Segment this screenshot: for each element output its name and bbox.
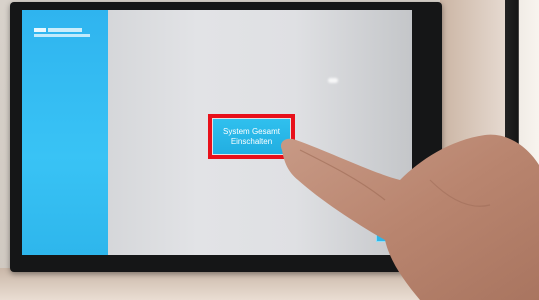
door-frame	[505, 0, 539, 300]
screen-glare	[328, 78, 338, 83]
wall-lower	[0, 268, 539, 300]
corner-button[interactable]	[376, 232, 392, 242]
highlight-box	[208, 114, 295, 159]
sidebar	[22, 10, 108, 255]
brand-logo	[34, 28, 94, 44]
